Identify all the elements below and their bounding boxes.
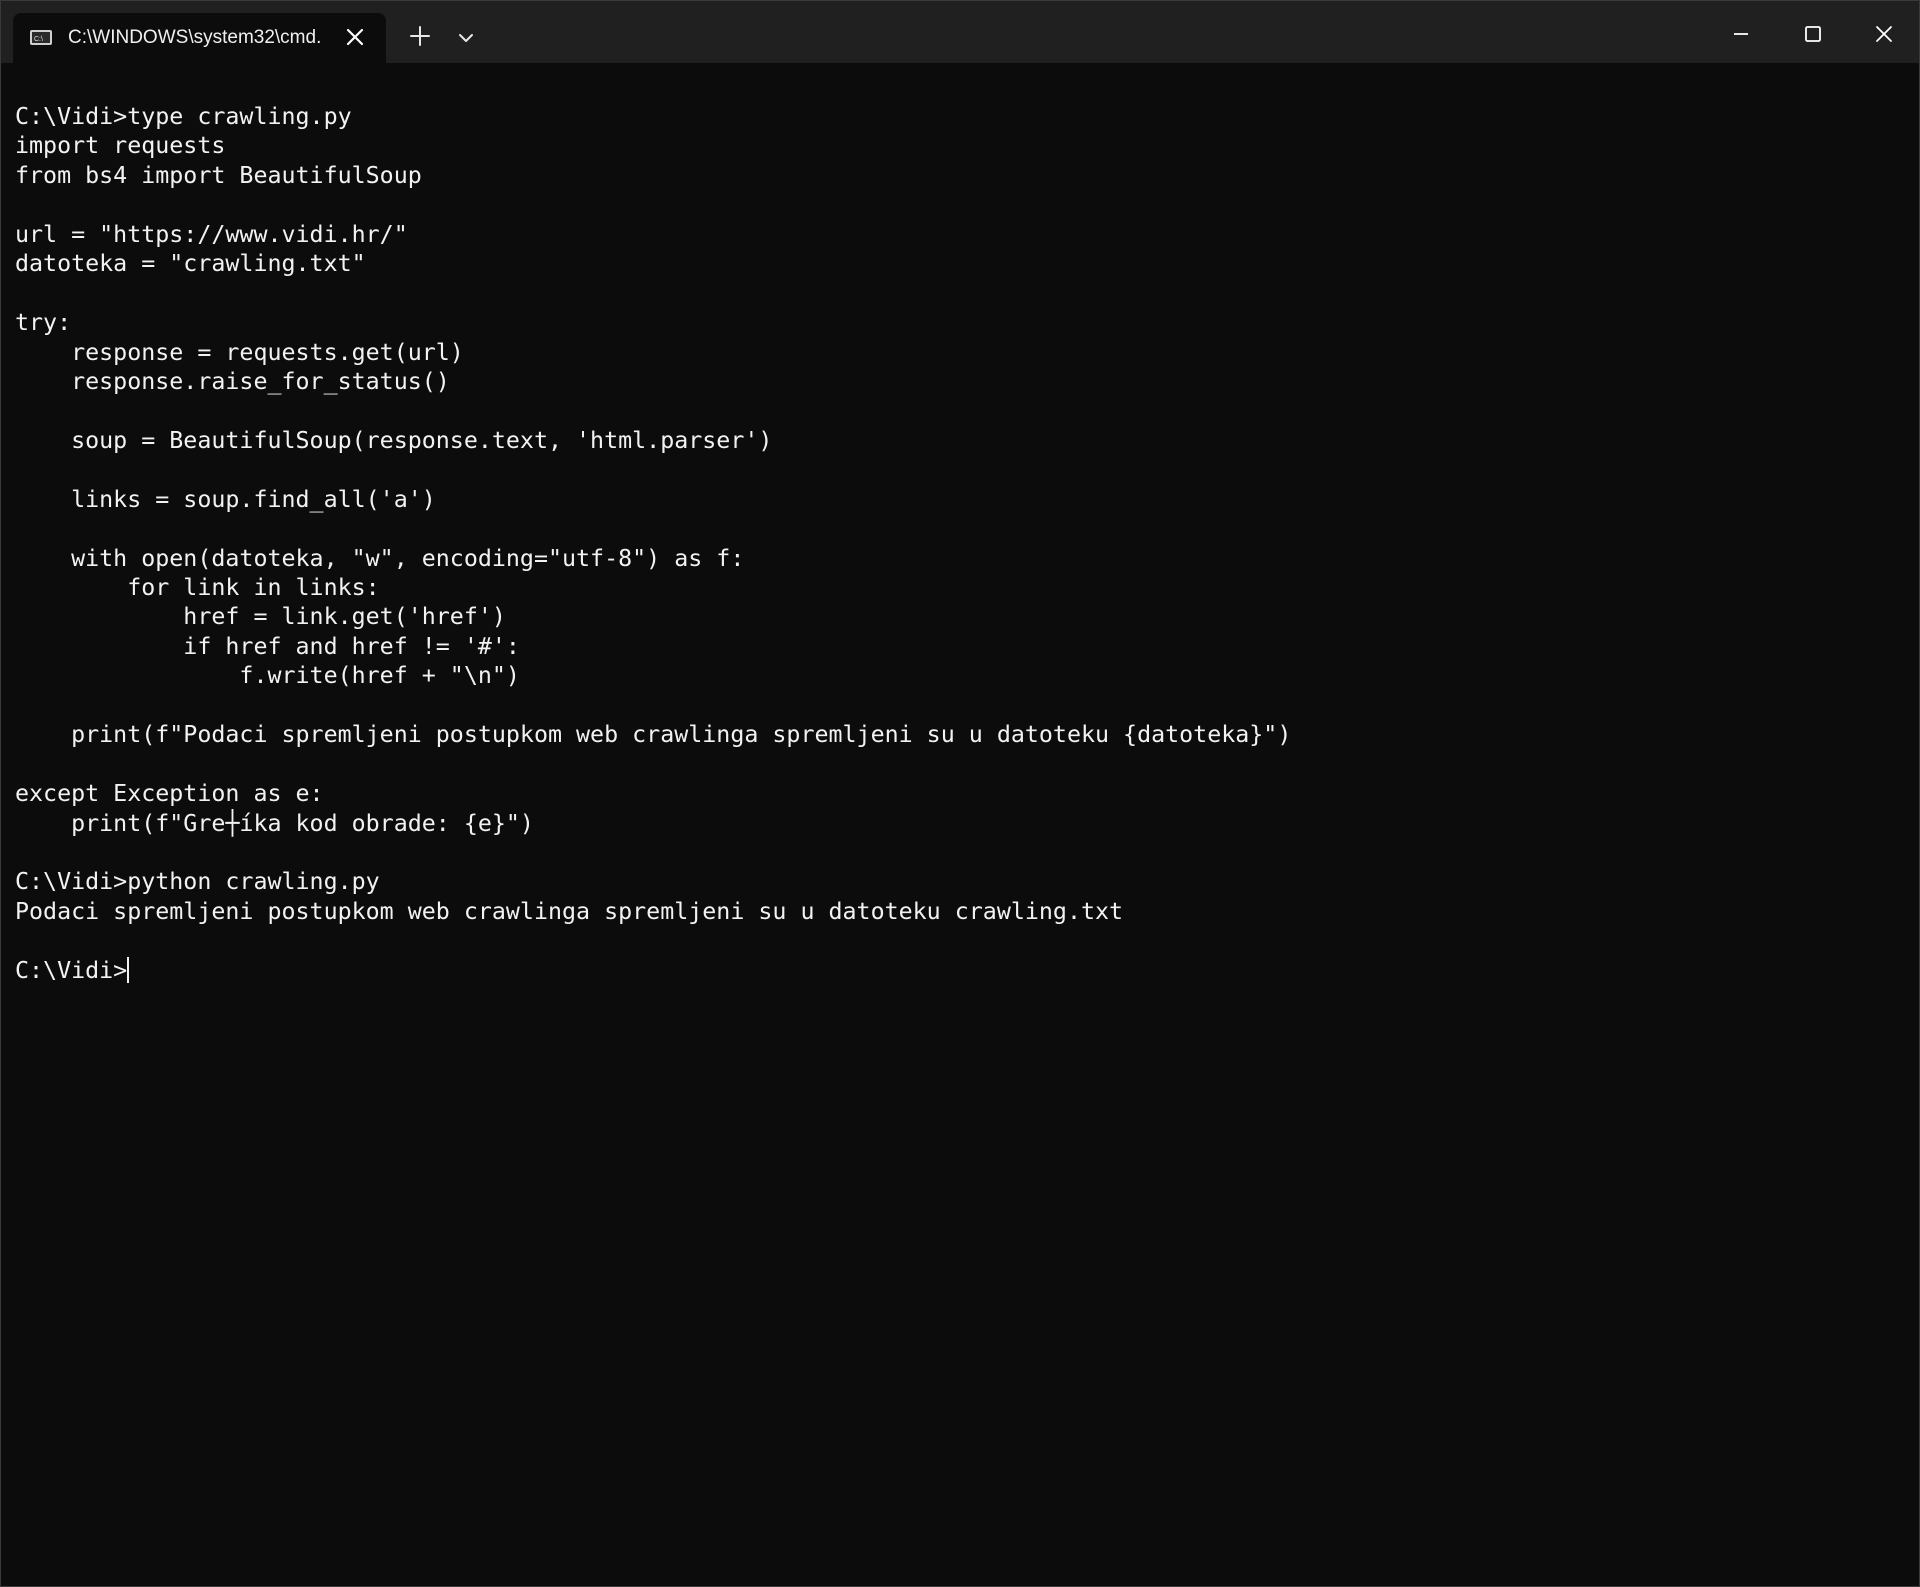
console-line: print(f"Gre┼íka kod obrade: {e}") [15,809,534,837]
console-line: import requests [15,132,226,160]
console-line: datoteka = "crawling.txt" [15,250,366,278]
console-line: print(f"Podaci spremljeni postupkom web … [15,721,1292,749]
console-line: href = link.get('href') [15,603,506,631]
console-line: with open(datoteka, "w", encoding="utf-8… [15,544,745,572]
console-line: f.write(href + "\n") [15,662,520,690]
console-line: for link in links: [15,574,380,601]
tab-title: C:\WINDOWS\system32\cmd. [68,27,322,48]
chevron-down-icon[interactable] [453,25,479,51]
console-line: except Exception as e: [15,780,324,808]
console-line: if href and href != '#': [15,632,520,660]
console-line: url = "https://www.vidi.hr/" [15,220,408,248]
title-bar[interactable]: C:\ C:\WINDOWS\system32\cmd. [1,1,1919,63]
console-line: C:\Vidi>type crawling.py [15,103,352,130]
cmd-icon: C:\ [30,30,52,45]
console-line: links = soup.find_all('a') [15,485,436,513]
console-line: try: [15,309,72,337]
close-icon[interactable] [1869,19,1899,49]
close-icon[interactable] [343,25,367,49]
console-line: Podaci spremljeni postupkom web crawling… [15,897,1124,925]
plus-icon[interactable] [405,21,435,51]
maximize-icon[interactable] [1798,19,1828,49]
console-output[interactable]: C:\Vidi>type crawling.py import requests f… [15,102,1909,1586]
prompt: C:\Vidi> [15,956,128,984]
console-line: response = requests.get(url) [15,338,464,366]
prompt-line[interactable]: C:\Vidi> [15,956,1909,985]
terminal-window: C:\ C:\WINDOWS\system32\cmd. C:\Vidi>typ… [0,0,1920,1587]
console-line: soup = BeautifulSoup(response.text, 'htm… [15,426,773,454]
console-line: C:\Vidi>python crawling.py [15,868,380,896]
tab-cmd[interactable]: C:\ C:\WINDOWS\system32\cmd. [13,13,386,63]
minimize-icon[interactable] [1726,19,1756,49]
console-line: response.raise_for_status() [15,367,450,395]
text-cursor [127,956,130,983]
console-line: from bs4 import BeautifulSoup [15,161,422,189]
svg-text:C:\: C:\ [34,36,43,42]
